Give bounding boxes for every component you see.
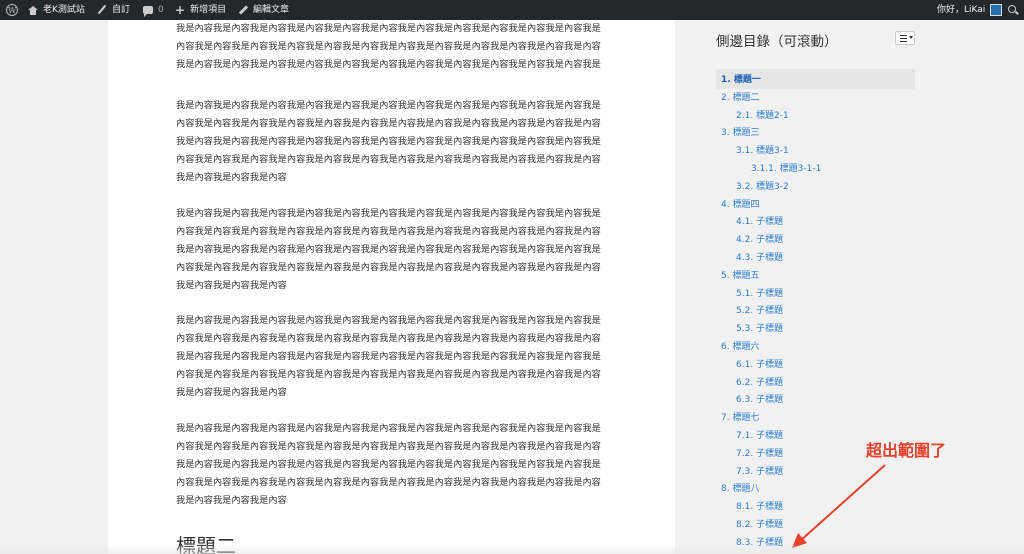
sidebar-title: 側邊目錄（可滾動） [716,34,838,50]
toc-item[interactable]: 7.3. 子標題 [736,464,783,480]
toc-toggle-button[interactable] [895,31,915,45]
toc-item[interactable]: 3.1.1. 標題3-1-1 [751,161,821,177]
paragraph: 我是內容我是內容我是內容我是內容我是內容我是內容我是內容我是內容我是內容我是內容… [176,423,601,506]
comments-link[interactable]: 0 [143,0,164,20]
search-icon [1008,5,1018,15]
toc-item[interactable]: 8. 標題八 [721,481,759,497]
toc-item[interactable]: 8.1. 子標題 [736,499,783,515]
wordpress-icon [6,1,18,21]
site-name-label: 老K測試站 [43,5,85,15]
brush-icon [97,5,107,15]
toc-item[interactable]: 4.1. 子標題 [736,214,783,230]
toc-item[interactable]: 3.2. 標題3-2 [736,179,789,195]
toc-item[interactable]: 5.3. 子標題 [736,321,783,337]
toc-item[interactable]: 7. 標題七 [721,410,759,426]
overflow-annotation: 超出範圍了 [866,441,947,460]
toc-item[interactable]: 8.2. 子標題 [736,517,783,533]
admin-bar: 老K測試站 自訂 0 + 新增項目 編輯文章 你好，LiKai [0,0,1024,21]
toc-item[interactable]: 5.2. 子標題 [736,303,783,319]
site-name-link[interactable]: 老K測試站 [28,0,85,20]
toc-item[interactable]: 3.1. 標題3-1 [736,143,789,159]
paragraph: 我是內容我是內容我是內容我是內容我是內容我是內容我是內容我是內容我是內容我是內容… [176,315,601,398]
toc-item[interactable]: 4.2. 子標題 [736,232,783,248]
new-item-label: 新增項目 [190,5,227,15]
edit-post-label: 編輯文章 [253,5,290,15]
account-menu[interactable]: 你好，LiKai [937,0,1003,20]
paragraph: 我是內容我是內容我是內容我是內容我是內容我是內容我是內容我是內容我是內容我是內容… [176,100,601,183]
toc-item[interactable]: 5. 標題五 [721,268,759,284]
customize-link[interactable]: 自訂 [97,0,130,20]
toc-item[interactable]: 2.1. 標題2-1 [736,108,789,124]
toc-item[interactable]: 5.1. 子標題 [736,286,783,302]
sidebar: 側邊目錄（可滾動） 1. 標題一 2. 標題二 2.1. 標題2-1 3. 標題三 3.… [675,20,1024,554]
toc-item[interactable]: 6.3. 子標題 [736,392,783,408]
customize-label: 自訂 [112,5,131,15]
toc-item[interactable]: 6. 標題六 [721,339,759,355]
comment-icon [143,6,153,17]
toc-item[interactable]: 1. 標題一 [721,72,761,88]
toc-item[interactable]: 7.2. 子標題 [736,446,783,462]
toc-item[interactable]: 2. 標題二 [721,90,759,106]
chevron-down-icon [909,36,913,39]
toc-item[interactable]: 4.3. 子標題 [736,250,783,266]
toc-item[interactable]: 6.2. 子標題 [736,375,783,391]
article-content: 內容我是內容我是內容我是內容我是內容我是內容我是內容我是內容我是內容我是內容我是… [108,20,675,554]
new-item-link[interactable]: + 新增項目 [175,0,226,20]
avatar [990,4,1003,16]
paragraph-top-partial: 內容我是內容我是內容我是內容我是內容我是內容我是內容我是內容我是內容我是內容我是… [176,23,601,70]
toc-item[interactable]: 4. 標題四 [721,197,759,213]
home-icon [28,5,38,15]
toc-item[interactable]: 7.1. 子標題 [736,428,783,444]
paragraph: 我是內容我是內容我是內容我是內容我是內容我是內容我是內容我是內容我是內容我是內容… [176,208,601,291]
toc-item[interactable]: 3. 標題三 [721,125,759,141]
pencil-icon [238,5,248,15]
plus-icon: + [175,3,186,17]
search-button[interactable] [1008,0,1018,20]
wordpress-logo-button[interactable] [6,0,23,21]
greeting-label: 你好，LiKai [937,5,986,15]
toc-item[interactable]: 6.1. 子標題 [736,357,783,373]
edit-post-link[interactable]: 編輯文章 [238,0,289,20]
bottom-shade [0,544,1024,554]
comments-count: 0 [158,5,164,15]
